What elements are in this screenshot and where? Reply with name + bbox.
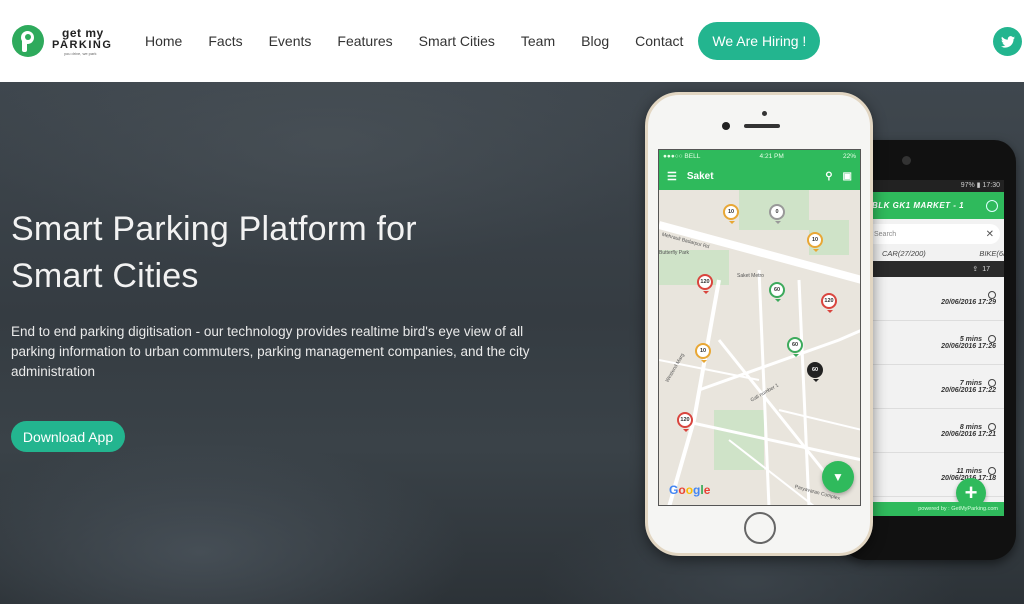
logo-line1: get my — [62, 25, 104, 40]
parking-pin[interactable]: 0 — [769, 204, 785, 224]
filter-icon: ▼ — [832, 470, 844, 484]
iphone-app-bar: ☰ Saket ⚲ ▣ — [659, 162, 860, 190]
clock-icon — [988, 335, 996, 343]
parking-pin[interactable]: 10 — [695, 343, 711, 363]
iphone-mockup: ●●●○○ BELL 4:21 PM 22% ☰ Saket ⚲ ▣ Mehra… — [645, 92, 873, 556]
nav-facts[interactable]: Facts — [195, 33, 255, 49]
iphone-screen: ●●●○○ BELL 4:21 PM 22% ☰ Saket ⚲ ▣ Mehra… — [658, 149, 861, 506]
hero-description: End to end parking digitisation - our te… — [11, 324, 530, 379]
refresh-icon — [986, 199, 998, 212]
android-footer: powered by : GetMyParking.com — [856, 502, 1004, 516]
parking-pin[interactable]: 120 — [821, 293, 837, 313]
tab-car[interactable]: CAR(27/200) — [882, 249, 926, 258]
iphone-status-bar: ●●●○○ BELL 4:21 PM 22% — [659, 150, 860, 162]
parking-pin[interactable]: 120 — [677, 412, 693, 432]
menu-icon[interactable]: ☰ — [667, 170, 677, 183]
session-row[interactable]: 8 mins 20/06/2016 17:21 — [856, 409, 1004, 453]
nav-blog[interactable]: Blog — [568, 33, 622, 49]
parking-pin[interactable]: 60 — [787, 337, 803, 357]
front-camera-icon — [722, 122, 730, 130]
we-are-hiring-button[interactable]: We Are Hiring ! — [698, 22, 821, 60]
twitter-icon — [1000, 35, 1015, 48]
nav-team[interactable]: Team — [508, 33, 568, 49]
clock-icon — [988, 467, 996, 475]
download-app-button[interactable]: Download App — [11, 421, 125, 452]
site-header: get my PARKING you drive, we park Home F… — [0, 0, 1024, 82]
logo-line2: PARKING — [52, 38, 113, 51]
tab-bike[interactable]: BIKE(6/50) — [979, 249, 1004, 258]
hero-title: Smart Parking Platform for Smart Cities — [11, 210, 417, 295]
clock-icon — [988, 291, 996, 299]
nav-home[interactable]: Home — [132, 33, 195, 49]
parking-map[interactable]: Mehrauli Badarpur Rd Butterfly Park Sake… — [659, 190, 860, 505]
nav-contact[interactable]: Contact — [622, 33, 696, 49]
clock-icon — [988, 423, 996, 431]
session-row[interactable]: 7 mins 20/06/2016 17:22 — [856, 365, 1004, 409]
parking-pin[interactable]: 120 — [697, 274, 713, 294]
main-nav: Home Facts Events Features Smart Cities … — [132, 22, 821, 60]
android-search-input[interactable]: Search ✕ — [856, 224, 1000, 244]
parking-card-icon[interactable]: ▣ — [843, 171, 852, 182]
upload-icon: ⇪ — [972, 266, 979, 273]
android-tabs: CAR(27/200) BIKE(6/50) — [856, 244, 1004, 261]
parking-pin[interactable]: 10 — [723, 204, 739, 224]
camera-icon — [902, 156, 911, 165]
logo[interactable]: get my PARKING you drive, we park — [12, 25, 112, 57]
close-icon: ✕ — [985, 228, 994, 240]
nav-events[interactable]: Events — [256, 33, 325, 49]
logo-mark-icon — [12, 25, 44, 57]
google-logo: Google — [669, 483, 711, 497]
twitter-button[interactable] — [993, 27, 1022, 56]
logo-tagline: you drive, we park — [64, 50, 97, 56]
nav-features[interactable]: Features — [324, 33, 405, 49]
android-count-bar: ⇪ 17 — [856, 261, 1004, 277]
android-app-title: BLK GK1 MARKET - 1 — [872, 201, 965, 210]
nav-smart-cities[interactable]: Smart Cities — [406, 33, 508, 49]
android-screen: 97% ▮ 17:30 BLK GK1 MARKET - 1 Search ✕ … — [856, 180, 1004, 516]
filter-button[interactable]: ▼ — [822, 461, 854, 493]
home-button — [744, 512, 776, 544]
parking-pin[interactable]: 10 — [807, 232, 823, 252]
clock-icon — [988, 379, 996, 387]
speaker — [744, 124, 780, 128]
session-row[interactable]: 5 mins 20/06/2016 17:26 — [856, 321, 1004, 365]
hero-section: Smart Parking Platform for Smart Cities … — [0, 82, 1024, 604]
parking-pin[interactable]: 60 — [807, 362, 823, 382]
android-app-bar: BLK GK1 MARKET - 1 — [856, 192, 1004, 219]
parking-pin[interactable]: 60 — [769, 282, 785, 302]
search-icon[interactable]: ⚲ — [825, 171, 832, 182]
location-title: Saket — [686, 170, 714, 182]
session-row[interactable]: 20/06/2016 17:29 — [856, 277, 1004, 321]
android-status-bar: 97% ▮ 17:30 — [856, 180, 1004, 192]
